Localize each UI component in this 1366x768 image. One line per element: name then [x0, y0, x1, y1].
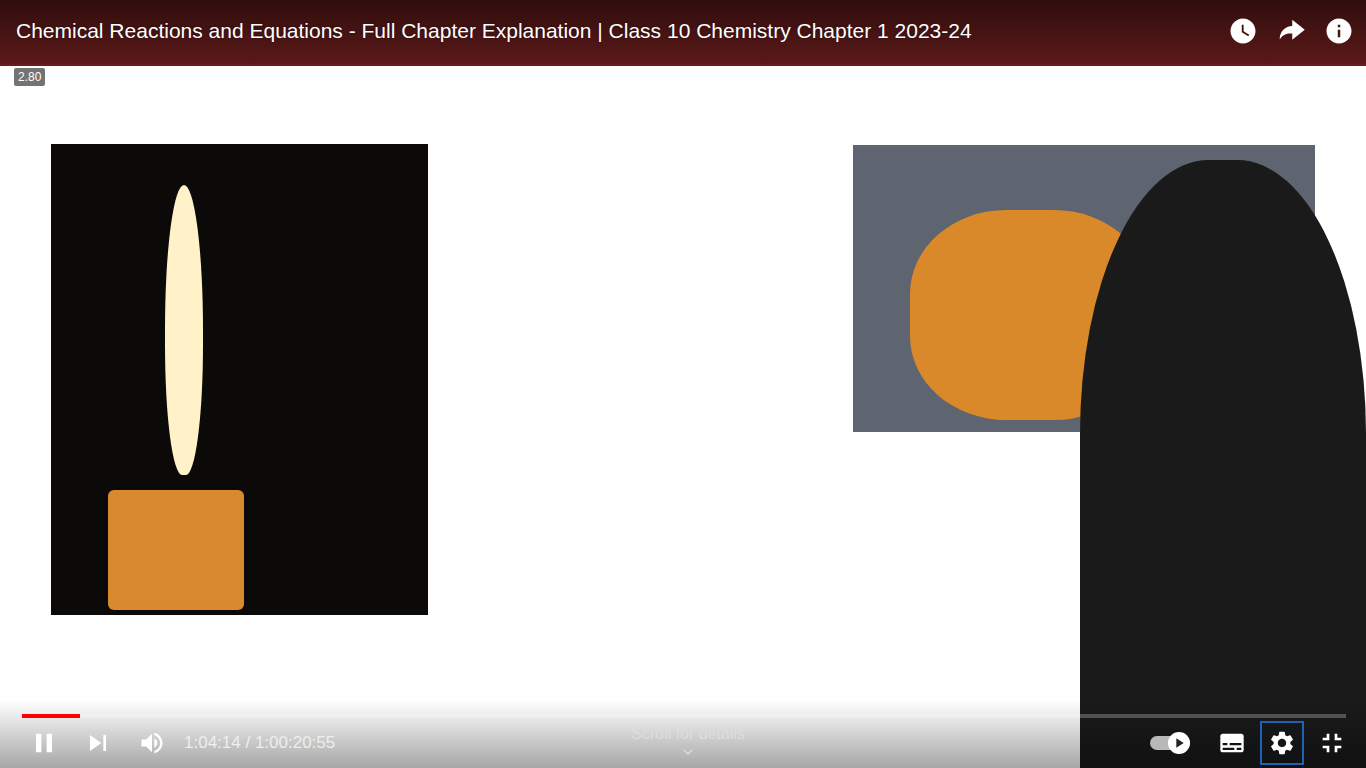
volume-icon	[138, 729, 166, 757]
skip-next-icon	[82, 727, 114, 759]
progress-fill	[22, 714, 80, 718]
volume-button[interactable]	[130, 721, 174, 765]
speed-badge: 2.80	[14, 68, 45, 86]
video-frame[interactable]	[0, 0, 1366, 768]
presenter	[1080, 160, 1366, 768]
candle-flame	[165, 185, 203, 475]
control-bar: 1:04:14 / 1:00:20:55 Scroll for details	[0, 700, 1366, 768]
video-player[interactable]: Chemical Reactions and Equations - Full …	[0, 0, 1366, 768]
time-display: 1:04:14 / 1:00:20:55	[184, 733, 335, 753]
video-title[interactable]: Chemical Reactions and Equations - Full …	[16, 19, 1212, 43]
exit-fullscreen-icon	[1316, 727, 1348, 759]
gear-icon	[1268, 729, 1296, 757]
chevron-down-icon	[679, 743, 697, 761]
pause-icon	[28, 727, 60, 759]
next-button[interactable]	[76, 721, 120, 765]
share-icon[interactable]	[1276, 16, 1306, 46]
info-icon[interactable]	[1324, 16, 1354, 46]
subtitles-icon	[1218, 729, 1246, 757]
scroll-hint[interactable]: Scroll for details	[631, 725, 745, 761]
autoplay-toggle[interactable]	[1150, 736, 1190, 750]
exit-fullscreen-button[interactable]	[1310, 721, 1354, 765]
title-bar: Chemical Reactions and Equations - Full …	[0, 0, 1366, 64]
subtitles-button[interactable]	[1210, 721, 1254, 765]
pause-button[interactable]	[22, 721, 66, 765]
progress-bar[interactable]	[22, 714, 1346, 718]
candle-body	[108, 490, 244, 610]
clock-icon[interactable]	[1228, 16, 1258, 46]
settings-button[interactable]	[1260, 721, 1304, 765]
play-icon	[1171, 735, 1187, 751]
